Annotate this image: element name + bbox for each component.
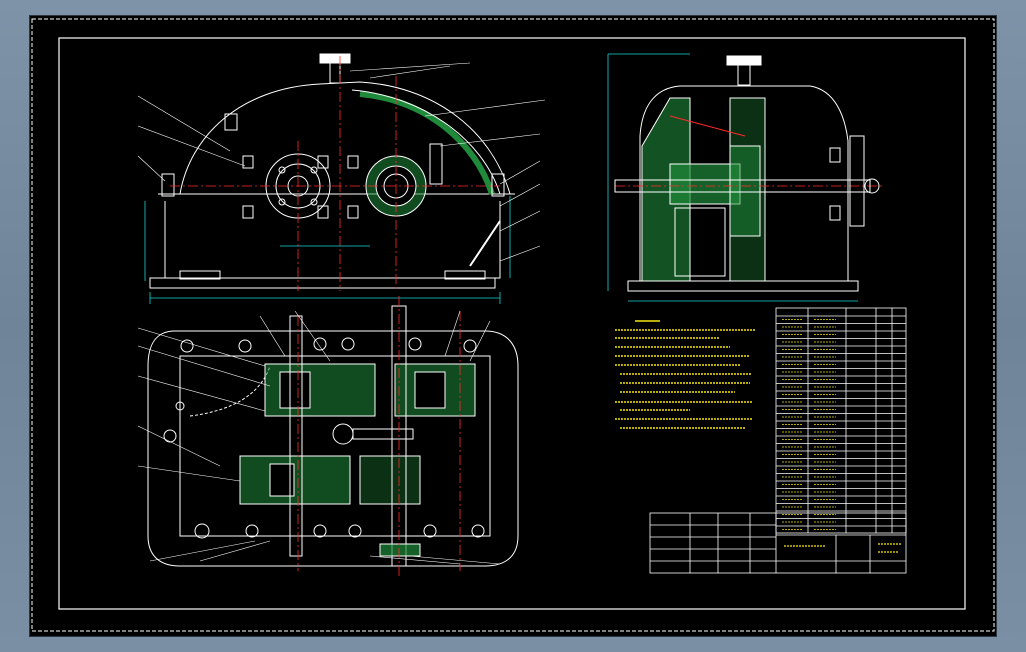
assembly-drawing-canvas: [31, 18, 995, 632]
plan-lower-gear-right: [359, 455, 421, 505]
breather-cap-icon: [319, 53, 351, 84]
sheet-outer-border: [31, 18, 995, 632]
side-right-bearing: [729, 145, 761, 237]
side-base-plate: [627, 280, 859, 292]
side-section-view[interactable]: [607, 53, 885, 302]
side-input-flange: [849, 135, 865, 227]
title-block-marks: [784, 543, 902, 553]
plan-upper-hub: [279, 371, 311, 409]
cad-model-viewport[interactable]: [30, 16, 996, 636]
bolt-circle-icon: [161, 143, 505, 219]
parts-list-table: [775, 307, 907, 534]
plan-output-shaft: [289, 315, 303, 557]
side-bolt-head-lower: [829, 205, 841, 221]
plan-shaft-collar: [379, 543, 421, 557]
title-block: [649, 512, 907, 574]
plan-section-view[interactable]: [137, 296, 519, 576]
front-gauge-rod: [469, 220, 501, 267]
side-bolt-head: [829, 147, 841, 163]
parts-list-rows: [776, 315, 906, 530]
plan-upper-hub-right: [414, 371, 446, 409]
plan-cutaway-edge: [189, 365, 271, 417]
plan-oil-plug: [332, 423, 354, 445]
technical-requirements-notes: [615, 320, 755, 429]
front-elevation-view[interactable]: [137, 53, 546, 304]
plan-lower-gear: [239, 455, 351, 505]
plan-oil-plug-stem: [352, 428, 414, 440]
front-lower-housing: [164, 201, 501, 279]
breather-cap-icon: [726, 55, 762, 86]
